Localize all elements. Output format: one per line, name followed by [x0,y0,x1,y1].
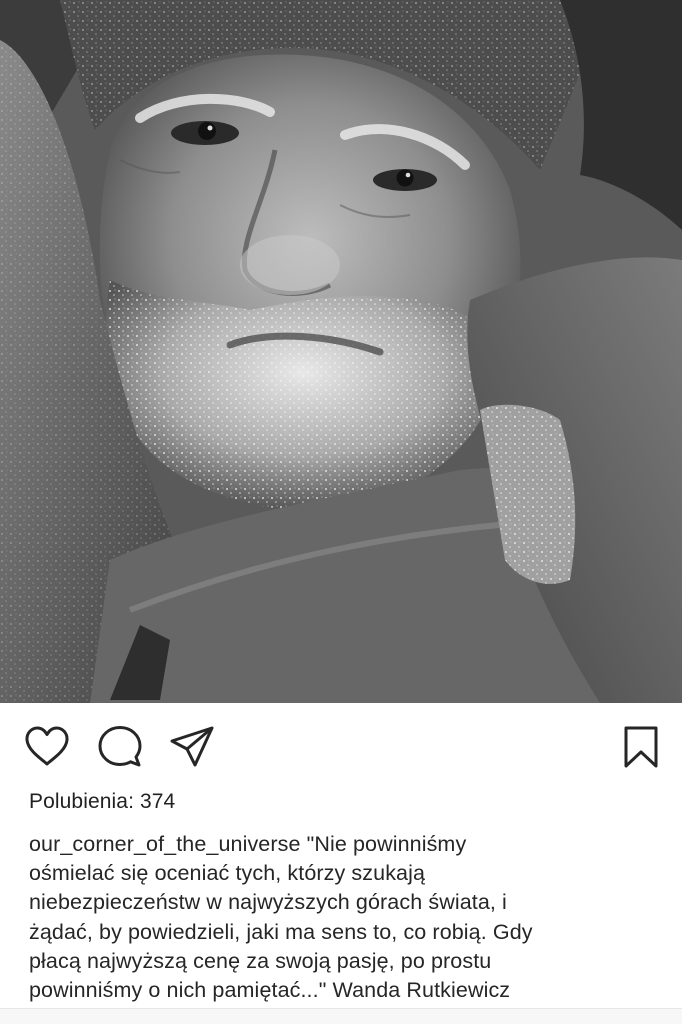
heart-icon [25,726,69,766]
paper-plane-icon [170,726,214,767]
likes-count[interactable]: Polubienia: 374 [29,790,175,814]
post-actions-bar [0,715,682,779]
bookmark-icon [624,726,658,768]
comment-bubble-icon [98,726,142,767]
like-button[interactable] [23,723,71,771]
caption-line: niebezpieczeństw w najwyższych górach św… [29,890,507,915]
caption-line-1: our_corner_of_the_universe "Nie powinniś… [29,830,659,859]
post-caption: our_corner_of_the_universe "Nie powinniś… [29,830,659,1005]
caption-line: powinniśmy o nich pamiętać..." Wanda Rut… [29,978,511,1003]
share-button[interactable] [168,723,216,771]
save-button[interactable] [617,723,665,771]
post-photo[interactable] [0,0,682,703]
bottom-strip [0,1009,682,1024]
caption-text: "Nie powinniśmy [300,832,467,856]
caption-line: żądać, by powiedzieli, jaki ma sens to, … [29,919,533,944]
instagram-post: Polubienia: 374 our_corner_of_the_univer… [0,0,682,1024]
caption-username[interactable]: our_corner_of_the_universe [29,832,301,856]
comment-button[interactable] [96,723,144,771]
frozen-climber-portrait [0,0,682,703]
caption-line: płacą najwyższą cenę za swoją pasję, po … [29,948,492,973]
caption-line: ośmielać się oceniać tych, którzy szukaj… [29,861,426,886]
